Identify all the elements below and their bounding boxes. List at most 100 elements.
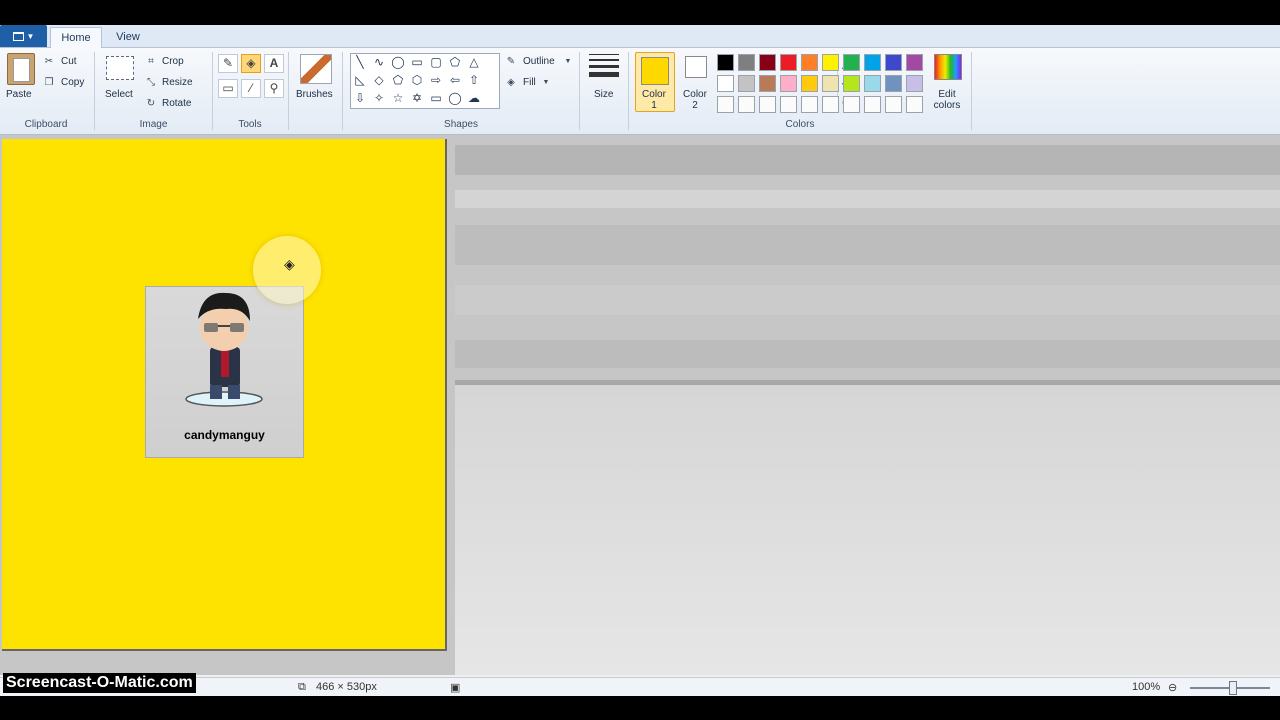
ribbon: Paste ✂ Cut ❐ Copy Clipboard Select ⌗ Cr… <box>0 48 1280 135</box>
diamond-shape-icon[interactable]: ◇ <box>372 73 386 87</box>
palette-swatch-empty[interactable] <box>885 96 902 113</box>
palette-swatch-empty[interactable] <box>906 96 923 113</box>
tab-home[interactable]: Home <box>50 27 102 48</box>
palette-swatch[interactable] <box>885 54 902 71</box>
paint-menu-button[interactable]: ▼ <box>0 25 47 47</box>
palette-swatch-empty[interactable] <box>759 96 776 113</box>
edit-colors-icon[interactable] <box>934 54 962 80</box>
hexagon-shape-icon[interactable]: ⬡ <box>410 73 424 87</box>
palette-swatch-empty[interactable] <box>780 96 797 113</box>
palette-swatch[interactable] <box>885 75 902 92</box>
zoom-slider-thumb[interactable] <box>1229 681 1237 695</box>
palette-swatch[interactable] <box>717 54 734 71</box>
brush-icon[interactable] <box>300 54 332 84</box>
palette-swatch-empty[interactable] <box>864 96 881 113</box>
callout-cloud-shape-icon[interactable]: ☁ <box>467 91 481 105</box>
fill-icon: ◈ <box>507 77 515 88</box>
avatar-character-icon <box>185 292 263 407</box>
copy-icon: ❐ <box>44 77 54 88</box>
oval-shape-icon[interactable]: ◯ <box>391 55 405 69</box>
outline-dropdown[interactable]: Outline <box>523 56 555 67</box>
palette-swatch-empty[interactable] <box>843 96 860 113</box>
pentagon-shape-icon[interactable]: ⬠ <box>391 73 405 87</box>
text-tool-button[interactable]: A <box>264 54 284 73</box>
chevron-down-icon: ▼ <box>542 79 550 86</box>
down-arrow-shape-icon[interactable]: ⇩ <box>353 91 367 105</box>
cut-button[interactable]: Cut <box>61 56 77 67</box>
palette-swatch[interactable] <box>906 54 923 71</box>
brushes-button[interactable]: Brushes <box>296 89 333 100</box>
avatar-username: candymanguy <box>184 428 265 442</box>
palette-swatch-empty[interactable] <box>738 96 755 113</box>
triangle-shape-icon[interactable]: △ <box>467 55 481 69</box>
color-picker-icon[interactable]: ⁄ <box>241 79 261 98</box>
palette-swatch[interactable] <box>738 75 755 92</box>
right-triangle-shape-icon[interactable]: ◺ <box>353 73 367 87</box>
zoom-level: 100% <box>1132 681 1161 693</box>
select-icon[interactable] <box>106 56 134 80</box>
workspace-band <box>455 340 1280 368</box>
palette-swatch[interactable] <box>864 75 881 92</box>
workspace-band <box>455 190 1280 208</box>
palette-swatch[interactable] <box>864 54 881 71</box>
palette-swatch[interactable] <box>759 75 776 92</box>
palette-swatch[interactable] <box>801 54 818 71</box>
drawing-canvas[interactable]: candymanguy <box>2 139 447 651</box>
four-point-star-shape-icon[interactable]: ✧ <box>372 91 386 105</box>
ribbon-tab-bar: ▼ Home View <box>0 25 1280 48</box>
palette-swatch[interactable] <box>759 54 776 71</box>
polygon-shape-icon[interactable]: ⬠ <box>448 55 462 69</box>
image-group-label: Image <box>139 119 168 130</box>
palette-swatch[interactable] <box>780 75 797 92</box>
palette-swatch[interactable] <box>906 75 923 92</box>
line-shape-icon[interactable]: ╲ <box>353 55 367 69</box>
select-button[interactable]: Select <box>105 89 133 100</box>
resize-button[interactable]: Resize <box>162 77 193 88</box>
magnifier-icon[interactable]: ⚲ <box>264 79 284 98</box>
resize-icon: ⧉ <box>298 681 306 693</box>
palette-swatch[interactable] <box>738 54 755 71</box>
edit-colors-button[interactable]: Edit colors <box>929 89 965 111</box>
six-point-star-shape-icon[interactable]: ✡ <box>410 91 424 105</box>
eraser-icon[interactable]: ▭ <box>218 79 238 98</box>
paste-icon[interactable] <box>7 53 35 85</box>
palette-swatch[interactable] <box>717 75 734 92</box>
left-arrow-shape-icon[interactable]: ⇦ <box>448 73 462 87</box>
color1-swatch <box>641 57 669 85</box>
palette-swatch[interactable] <box>801 75 818 92</box>
callout-rect-shape-icon[interactable]: ▭ <box>429 91 443 105</box>
rotate-icon: ↻ <box>146 98 156 109</box>
palette-swatch[interactable] <box>843 75 860 92</box>
shapes-gallery: ╲ ∿ ◯ ▭ ▢ ⬠ △ ◺ ◇ ⬠ ⬡ ⇨ ⇦ ⇧ ⇩ ✧ ☆ ✡ ▭ ◯ … <box>350 53 847 113</box>
rectangle-shape-icon[interactable]: ▭ <box>410 55 424 69</box>
shapes-group-label: Shapes <box>444 119 478 130</box>
callout-oval-shape-icon[interactable]: ◯ <box>448 91 462 105</box>
fill-bucket-icon[interactable]: ◈ <box>241 54 261 73</box>
zoom-out-icon[interactable]: ⊖ <box>1168 681 1177 694</box>
workspace-band <box>455 225 1280 265</box>
pencil-icon[interactable]: ✎ <box>218 54 238 73</box>
separator <box>971 52 972 130</box>
palette-swatch-empty[interactable] <box>801 96 818 113</box>
palette-swatch-empty[interactable] <box>822 96 839 113</box>
right-arrow-shape-icon[interactable]: ⇨ <box>429 73 443 87</box>
rounded-rectangle-shape-icon[interactable]: ▢ <box>429 55 443 69</box>
palette-swatch[interactable] <box>822 75 839 92</box>
copy-button[interactable]: Copy <box>61 77 84 88</box>
curve-shape-icon[interactable]: ∿ <box>372 55 386 69</box>
save-icon: ▣ <box>450 682 461 694</box>
tab-view[interactable]: View <box>104 27 152 47</box>
palette-swatch[interactable] <box>780 54 797 71</box>
crop-button[interactable]: Crop <box>162 56 184 67</box>
paste-button[interactable]: Paste <box>6 89 32 100</box>
size-button[interactable]: Size <box>594 89 613 100</box>
palette-swatch[interactable] <box>843 54 860 71</box>
palette-swatch[interactable] <box>822 54 839 71</box>
five-point-star-shape-icon[interactable]: ☆ <box>391 91 405 105</box>
color1-label: Color 1 <box>642 89 666 111</box>
up-arrow-shape-icon[interactable]: ⇧ <box>467 73 481 87</box>
palette-swatch-empty[interactable] <box>717 96 734 113</box>
fill-dropdown[interactable]: Fill <box>523 77 536 88</box>
rotate-button[interactable]: Rotate <box>162 98 191 109</box>
size-icon[interactable] <box>589 54 619 78</box>
